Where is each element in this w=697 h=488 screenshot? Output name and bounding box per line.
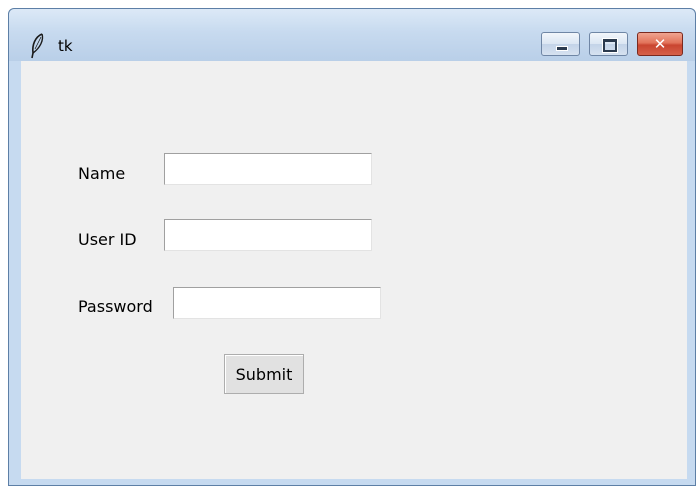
maximize-icon bbox=[602, 38, 618, 53]
title-bar[interactable]: tk ✕ bbox=[9, 9, 695, 61]
minimize-icon bbox=[556, 46, 568, 51]
feather-icon bbox=[31, 33, 44, 59]
userid-field[interactable] bbox=[164, 219, 372, 251]
password-label: Password bbox=[78, 297, 153, 316]
name-field[interactable] bbox=[164, 153, 372, 185]
name-label: Name bbox=[78, 164, 126, 183]
app-window: tk ✕ Name User ID Password Submit bbox=[8, 8, 696, 486]
close-button[interactable]: ✕ bbox=[637, 32, 683, 56]
close-icon: ✕ bbox=[653, 35, 667, 53]
minimize-button[interactable] bbox=[541, 32, 580, 56]
window-title: tk bbox=[58, 37, 73, 55]
maximize-button[interactable] bbox=[589, 32, 628, 56]
userid-label: User ID bbox=[78, 230, 137, 249]
form-panel: Name User ID Password Submit bbox=[21, 61, 687, 479]
password-field[interactable] bbox=[173, 287, 381, 319]
submit-button[interactable]: Submit bbox=[224, 354, 304, 394]
